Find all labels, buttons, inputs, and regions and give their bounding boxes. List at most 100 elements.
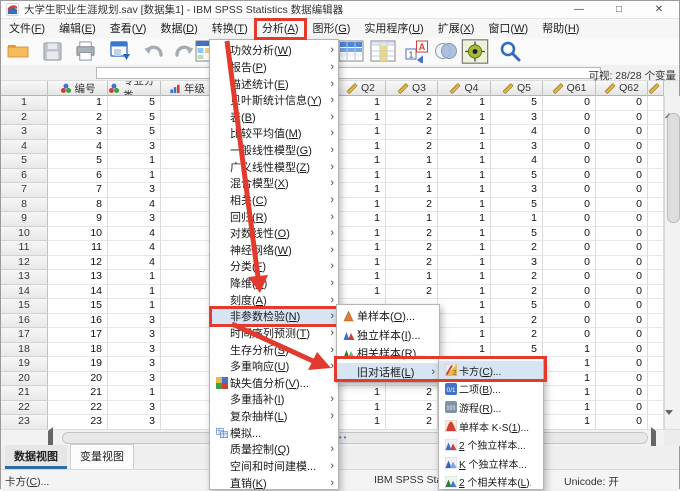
- data-cell[interactable]: 21: [48, 386, 108, 401]
- data-cell[interactable]: 3: [491, 255, 543, 270]
- data-cell[interactable]: [648, 96, 664, 111]
- data-cell[interactable]: 1: [336, 386, 386, 401]
- data-cell[interactable]: [161, 197, 214, 212]
- data-cell[interactable]: 2: [491, 241, 543, 256]
- data-cell[interactable]: [648, 125, 664, 140]
- data-cell[interactable]: 0: [596, 400, 648, 415]
- data-cell[interactable]: 1: [438, 154, 491, 169]
- menu-item[interactable]: 时间序列预测(T) ›: [210, 325, 338, 342]
- data-cell[interactable]: [161, 139, 214, 154]
- open-data-icon[interactable]: [4, 38, 32, 64]
- data-cell[interactable]: 1: [438, 284, 491, 299]
- data-cell[interactable]: 5: [491, 226, 543, 241]
- menu-item[interactable]: 降维(D) ›: [210, 275, 338, 292]
- data-cell[interactable]: 0: [596, 168, 648, 183]
- menu-item[interactable]: 2 个相关样本(L)...: [439, 473, 543, 489]
- tab-data-view[interactable]: 数据视图: [5, 445, 67, 469]
- data-cell[interactable]: 0: [596, 299, 648, 314]
- data-cell[interactable]: 1: [438, 197, 491, 212]
- data-cell[interactable]: 2: [386, 197, 438, 212]
- data-cell[interactable]: [161, 110, 214, 125]
- row-number[interactable]: 19: [1, 357, 48, 372]
- column-header[interactable]: [1, 81, 48, 96]
- menu-item[interactable]: 101 游程(R)...: [439, 398, 543, 417]
- data-cell[interactable]: 1: [336, 197, 386, 212]
- row-number[interactable]: 9: [1, 212, 48, 227]
- row-number[interactable]: 15: [1, 299, 48, 314]
- menubar-item[interactable]: 实用程序(U): [357, 20, 430, 38]
- data-cell[interactable]: [648, 255, 664, 270]
- row-number[interactable]: 8: [1, 197, 48, 212]
- menu-item[interactable]: 独立样本(I)...: [337, 326, 439, 345]
- menu-item[interactable]: K 个独立样本...: [439, 454, 543, 473]
- data-cell[interactable]: 1: [108, 386, 161, 401]
- data-cell[interactable]: 15: [48, 299, 108, 314]
- menu-item[interactable]: 表(B) ›: [210, 109, 338, 126]
- data-cell[interactable]: 16: [48, 313, 108, 328]
- data-cell[interactable]: [648, 183, 664, 198]
- data-cell[interactable]: 1: [438, 212, 491, 227]
- column-header-Q62[interactable]: Q62: [596, 81, 648, 96]
- data-cell[interactable]: 3: [108, 313, 161, 328]
- data-cell[interactable]: 20: [48, 371, 108, 386]
- variables-view-icon[interactable]: [337, 38, 365, 64]
- menu-item[interactable]: 生存分析(S) ›: [210, 341, 338, 358]
- vertical-scrollbar[interactable]: [664, 96, 680, 432]
- data-cell[interactable]: [648, 357, 664, 372]
- data-cell[interactable]: 2: [386, 110, 438, 125]
- data-cell[interactable]: 1: [108, 284, 161, 299]
- data-cell[interactable]: 0: [596, 139, 648, 154]
- menu-item[interactable]: 单样本 K-S(1)...: [439, 417, 543, 436]
- data-cell[interactable]: 4: [491, 125, 543, 140]
- data-cell[interactable]: 0: [596, 154, 648, 169]
- data-cell[interactable]: [161, 328, 214, 343]
- value-labels-icon[interactable]: 1A: [403, 38, 431, 64]
- data-cell[interactable]: 0: [543, 212, 596, 227]
- data-cell[interactable]: [161, 386, 214, 401]
- data-cell[interactable]: 0: [543, 168, 596, 183]
- data-cell[interactable]: [648, 139, 664, 154]
- data-cell[interactable]: 1: [438, 183, 491, 198]
- data-cell[interactable]: 0: [543, 255, 596, 270]
- data-cell[interactable]: 1: [438, 342, 491, 357]
- data-cell[interactable]: 1: [108, 168, 161, 183]
- menubar-item[interactable]: 数据(D): [153, 20, 204, 38]
- data-cell[interactable]: 1: [438, 125, 491, 140]
- column-header-专业分类[interactable]: 专业分类: [108, 81, 161, 96]
- data-cell[interactable]: 5: [108, 110, 161, 125]
- data-cell[interactable]: 0: [543, 313, 596, 328]
- close-button[interactable]: ✕: [639, 1, 679, 18]
- row-number[interactable]: 7: [1, 183, 48, 198]
- data-cell[interactable]: 18: [48, 342, 108, 357]
- row-number[interactable]: 18: [1, 342, 48, 357]
- data-cell[interactable]: 8: [48, 197, 108, 212]
- data-cell[interactable]: [161, 400, 214, 415]
- data-cell[interactable]: 5: [108, 96, 161, 111]
- data-cell[interactable]: [161, 154, 214, 169]
- data-cell[interactable]: 1: [438, 299, 491, 314]
- data-cell[interactable]: 0: [543, 154, 596, 169]
- data-cell[interactable]: 2: [491, 313, 543, 328]
- data-cell[interactable]: 4: [108, 197, 161, 212]
- data-cell[interactable]: [648, 154, 664, 169]
- data-cell[interactable]: 1: [386, 168, 438, 183]
- menu-item[interactable]: 空间和时间建模... ›: [210, 458, 338, 475]
- menubar-item[interactable]: 文件(F): [2, 20, 52, 38]
- data-cell[interactable]: 1: [336, 226, 386, 241]
- data-cell[interactable]: 1: [386, 212, 438, 227]
- data-cell[interactable]: 1: [438, 313, 491, 328]
- data-cell[interactable]: 3: [108, 357, 161, 372]
- row-number[interactable]: 20: [1, 371, 48, 386]
- save-icon[interactable]: [38, 38, 66, 64]
- row-number[interactable]: 22: [1, 400, 48, 415]
- data-cell[interactable]: [161, 284, 214, 299]
- data-cell[interactable]: 0: [596, 96, 648, 111]
- data-cell[interactable]: 5: [48, 154, 108, 169]
- column-header-Q5[interactable]: Q5: [491, 81, 543, 96]
- data-cell[interactable]: 0: [596, 357, 648, 372]
- data-cell[interactable]: 0: [596, 226, 648, 241]
- menu-item[interactable]: 旧对话框(L) ›: [337, 362, 439, 382]
- data-cell[interactable]: 5: [491, 197, 543, 212]
- data-cell[interactable]: 2: [491, 270, 543, 285]
- data-cell[interactable]: 1: [336, 284, 386, 299]
